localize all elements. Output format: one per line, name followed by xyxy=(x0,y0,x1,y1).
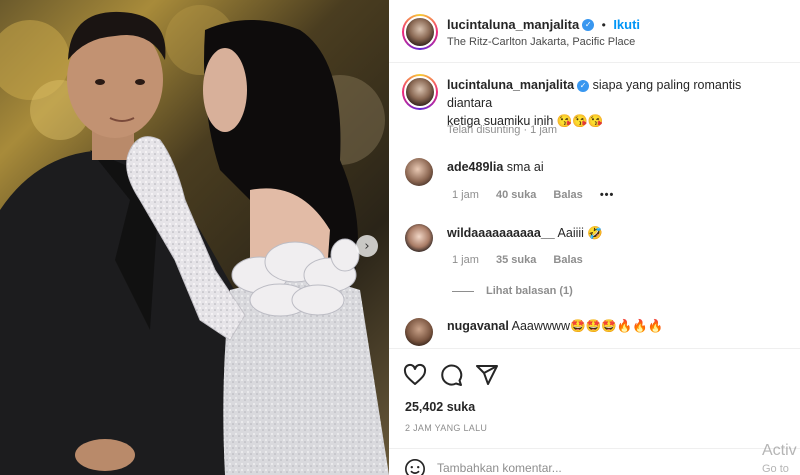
post-details-panel: lucintaluna_manjalita ✓ • Ikuti The Ritz-… xyxy=(389,0,800,475)
reply-button[interactable]: Balas xyxy=(553,189,582,201)
follow-button[interactable]: Ikuti xyxy=(613,17,640,32)
comment-avatar[interactable] xyxy=(405,318,433,346)
likes-count[interactable]: 25,402 suka xyxy=(405,400,475,414)
post-photo: › xyxy=(0,0,389,475)
post-photo-illustration xyxy=(0,5,389,475)
comment-time[interactable]: 1 jam xyxy=(452,254,479,266)
comment-avatar[interactable] xyxy=(405,224,433,252)
caption-meta: Telah disunting · 1 jam xyxy=(447,124,558,136)
comment-input[interactable] xyxy=(437,459,697,475)
post-location[interactable]: The Ritz-Carlton Jakarta, Pacific Place xyxy=(447,36,635,48)
comment-text: sma ai xyxy=(506,160,544,174)
verified-badge-icon: ✓ xyxy=(577,79,590,92)
comment-text: Aaiiii 🤣 xyxy=(557,226,603,240)
share-icon[interactable] xyxy=(475,363,499,387)
watermark-line-2: Go to xyxy=(762,463,789,475)
view-replies-button[interactable]: Lihat balasan (1) xyxy=(452,285,573,297)
watermark-line-1: Activ xyxy=(762,442,797,459)
comment-username[interactable]: wildaaaaaaaaaa__ xyxy=(447,226,555,240)
emoji-icon[interactable] xyxy=(404,458,426,475)
comment-username[interactable]: nugavanal xyxy=(447,319,509,333)
comment-icon[interactable] xyxy=(439,363,463,387)
comment-time[interactable]: 1 jam xyxy=(452,189,479,201)
comment: ade489lia sma ai xyxy=(447,158,544,176)
comment-likes[interactable]: 35 suka xyxy=(496,254,536,266)
comments-list: lucintaluna_manjalita ✓ siapa yang paling… xyxy=(389,64,800,347)
post-username[interactable]: lucintaluna_manjalita xyxy=(447,17,579,32)
post-header: lucintaluna_manjalita ✓ • Ikuti The Ritz-… xyxy=(389,0,800,63)
comment-text: Aaawwww🤩🤩🤩🔥🔥🔥 xyxy=(511,319,664,333)
os-activation-watermark: Activ Go to xyxy=(762,442,797,475)
caption: lucintaluna_manjalita ✓ siapa yang paling… xyxy=(447,76,787,130)
comment-likes[interactable]: 40 suka xyxy=(496,189,536,201)
more-options-icon[interactable]: ••• xyxy=(600,189,615,201)
heart-icon[interactable] xyxy=(403,363,427,387)
comment: wildaaaaaaaaaa__ Aaiiii 🤣 xyxy=(447,224,603,242)
add-comment-bar xyxy=(389,448,800,475)
avatar[interactable] xyxy=(402,14,438,50)
caption-avatar[interactable] xyxy=(402,74,438,110)
chevron-right-icon: › xyxy=(364,238,370,254)
carousel-next-button[interactable]: › xyxy=(356,235,378,257)
verified-badge-icon: ✓ xyxy=(582,18,595,31)
view-replies-label: Lihat balasan (1) xyxy=(486,285,573,297)
post-time[interactable]: 2 JAM YANG LALU xyxy=(405,423,487,433)
comment-username[interactable]: ade489lia xyxy=(447,160,503,174)
reply-button[interactable]: Balas xyxy=(553,254,582,266)
action-bar xyxy=(389,348,800,400)
caption-username[interactable]: lucintaluna_manjalita xyxy=(447,78,574,92)
comment: nugavanal Aaawwww🤩🤩🤩🔥🔥🔥 xyxy=(447,317,663,335)
comment-avatar[interactable] xyxy=(405,158,433,186)
replies-divider xyxy=(452,290,474,292)
comment-meta: 1 jam 40 suka Balas ••• xyxy=(452,189,628,201)
comment-meta: 1 jam 35 suka Balas xyxy=(452,254,597,266)
